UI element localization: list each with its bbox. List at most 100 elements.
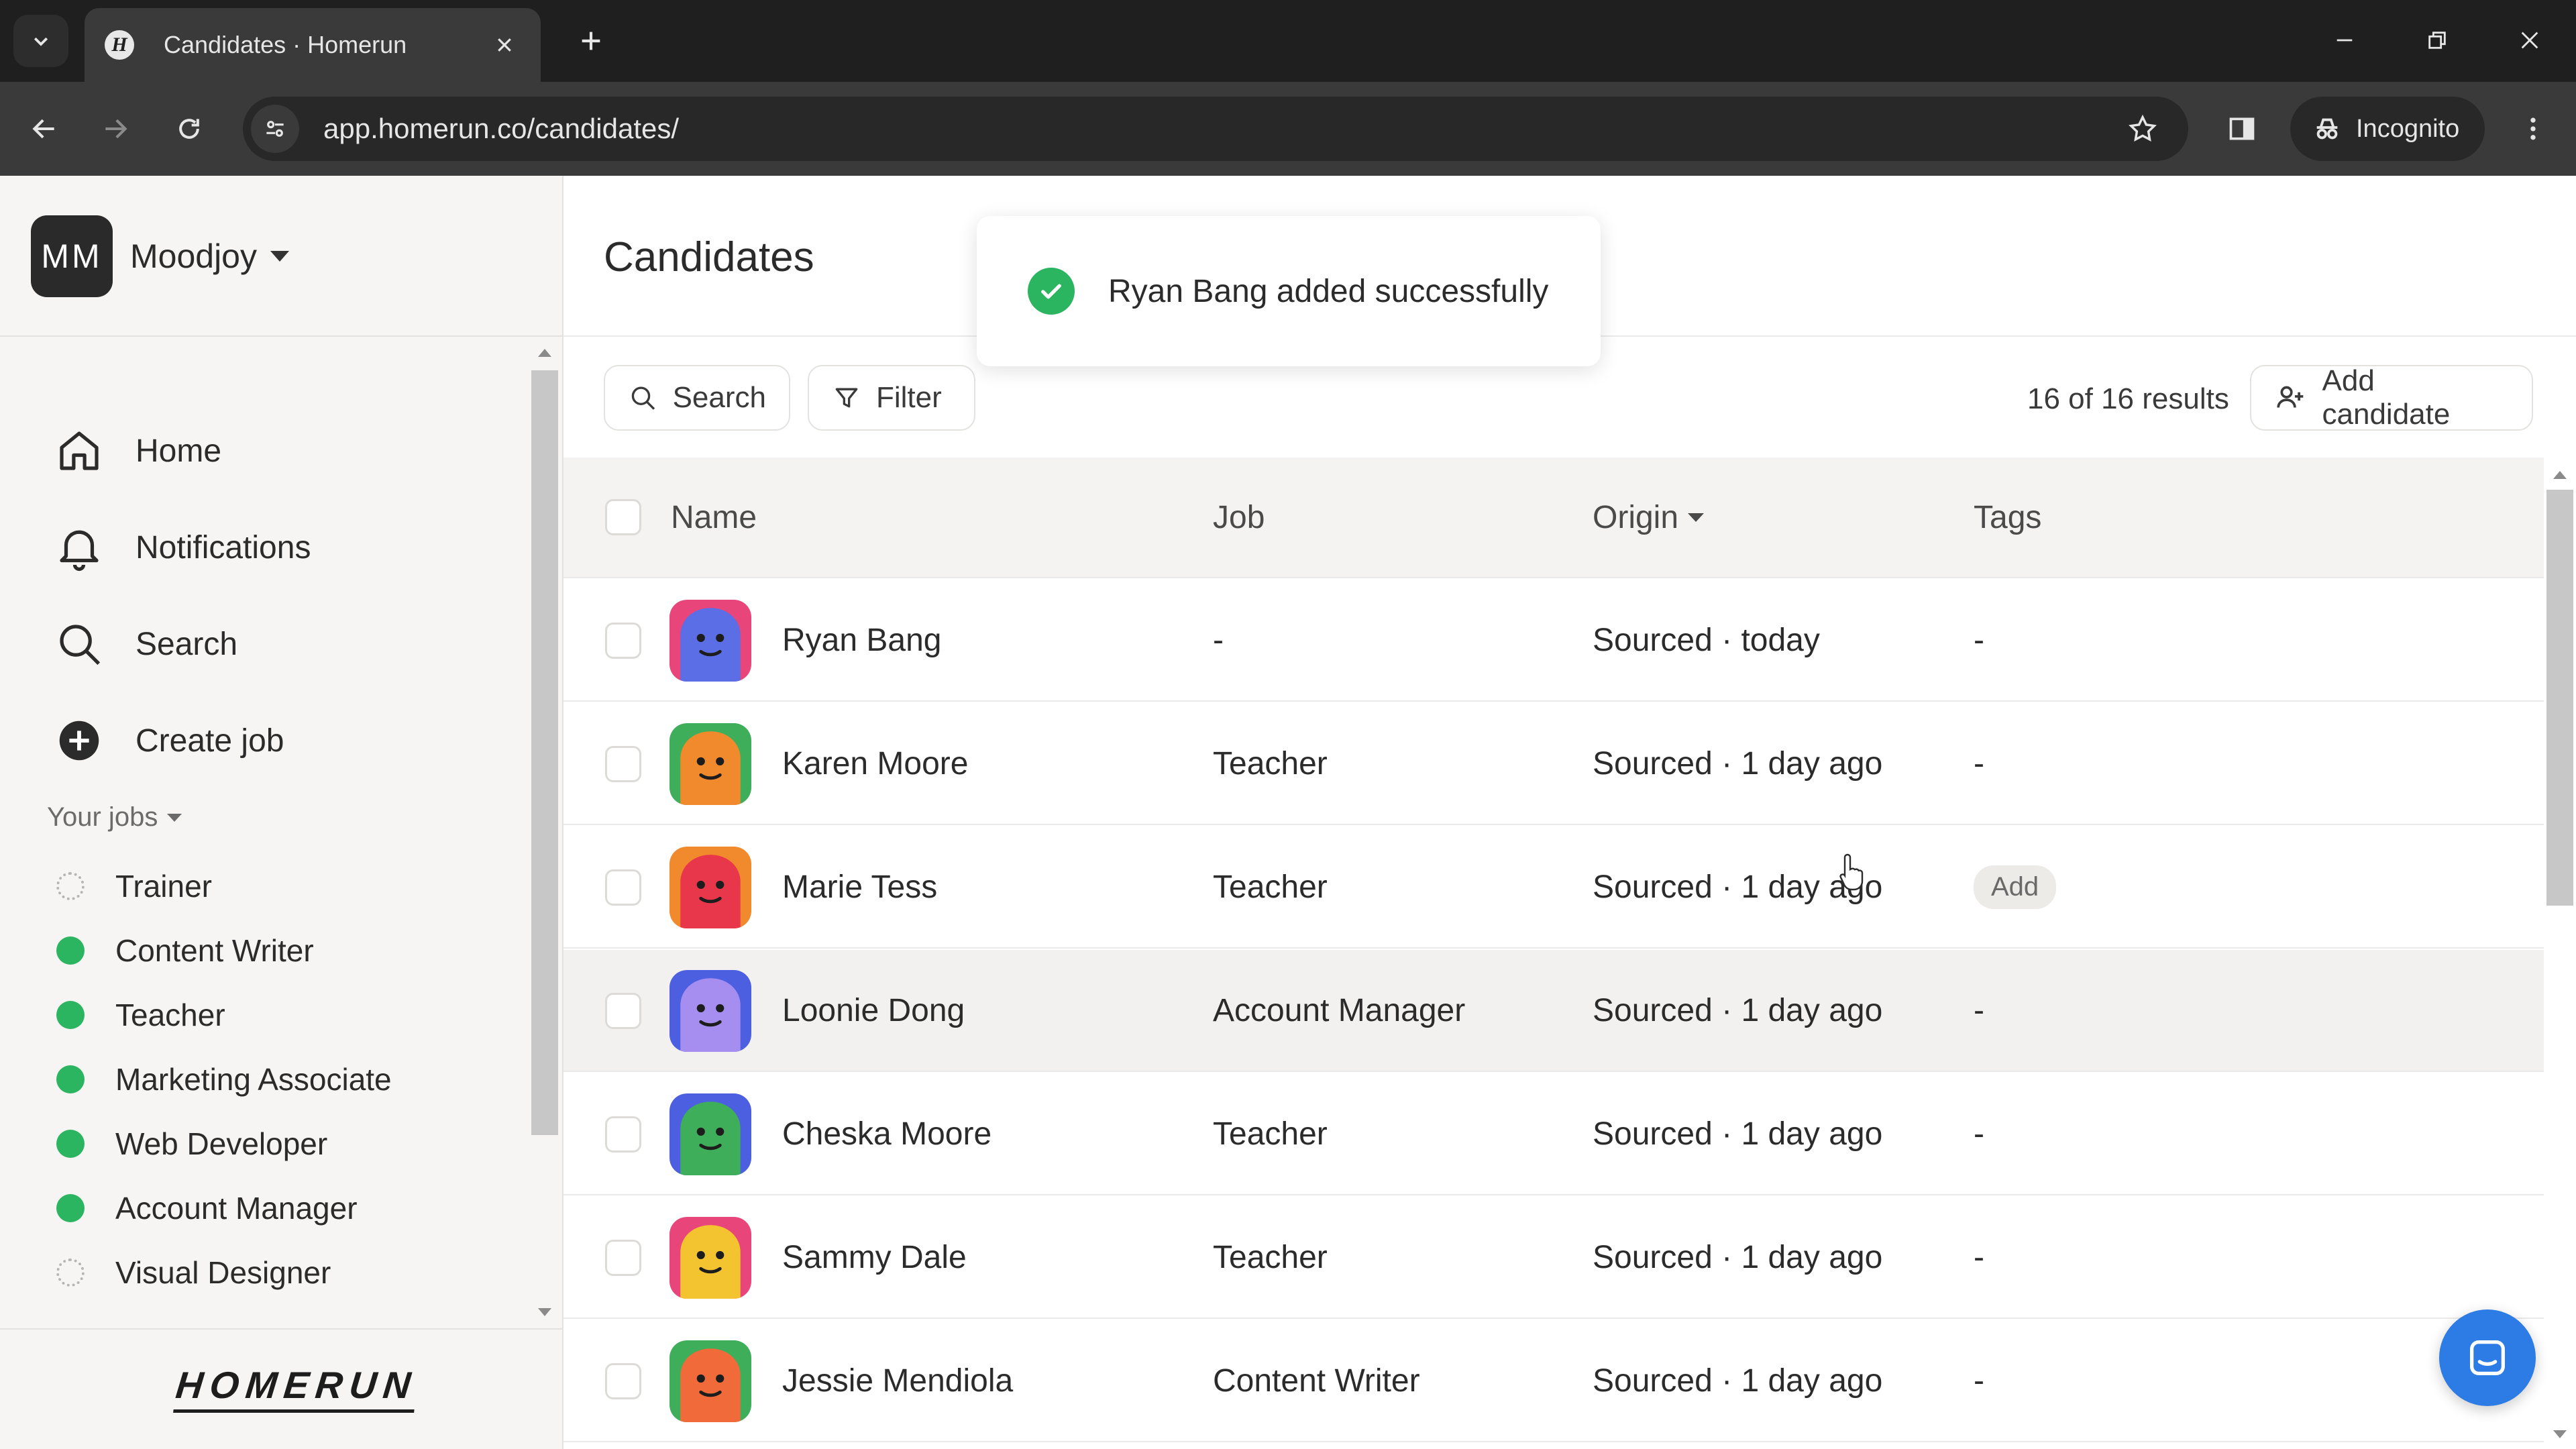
org-switcher[interactable]: MM Moodjoy xyxy=(31,215,289,297)
tag-add-button[interactable]: Add xyxy=(1974,865,2057,909)
job-label: Visual Designer xyxy=(115,1255,331,1290)
avatar[interactable] xyxy=(669,1093,751,1175)
back-button[interactable] xyxy=(20,105,68,153)
nav-create-job-label: Create job xyxy=(136,722,284,759)
minimize-icon xyxy=(2337,39,2353,42)
candidate-name[interactable]: Sammy Dale xyxy=(782,1239,967,1276)
nav-notifications[interactable]: Notifications xyxy=(51,514,311,581)
browser-tab-active[interactable]: H Candidates · Homerun xyxy=(85,8,541,82)
table-row[interactable]: Sammy Dale Teacher Sourced · 1 day ago - xyxy=(564,1197,2544,1319)
reload-button[interactable] xyxy=(165,105,213,153)
candidate-name[interactable]: Jessie Mendiola xyxy=(782,1362,1013,1399)
table-scrollbar-thumb[interactable] xyxy=(2546,490,2573,906)
column-header-job[interactable]: Job xyxy=(1213,499,1265,536)
avatar[interactable] xyxy=(669,970,751,1052)
row-checkbox[interactable] xyxy=(605,1116,641,1152)
candidate-tags: - xyxy=(1974,745,1984,782)
job-status-published-icon xyxy=(56,1001,85,1029)
scroll-up-arrow[interactable] xyxy=(538,349,551,357)
job-item-account-manager[interactable]: Account Manager xyxy=(56,1185,358,1232)
candidate-name[interactable]: Marie Tess xyxy=(782,869,937,906)
avatar[interactable] xyxy=(669,1217,751,1299)
bookmark-button[interactable] xyxy=(2118,105,2167,153)
column-header-tags[interactable]: Tags xyxy=(1974,499,2041,536)
row-checkbox[interactable] xyxy=(605,869,641,906)
job-item-visual-designer[interactable]: Visual Designer xyxy=(56,1249,331,1296)
table-row[interactable]: Loonie Dong Account Manager Sourced · 1 da… xyxy=(564,950,2544,1072)
nav-home[interactable]: Home xyxy=(51,417,221,484)
row-checkbox[interactable] xyxy=(605,623,641,659)
table-row[interactable]: Cheska Moore Teacher Sourced · 1 day ago - xyxy=(564,1073,2544,1195)
avatar[interactable] xyxy=(669,1340,751,1422)
tab-search-button[interactable] xyxy=(13,15,68,67)
sidebar-scrollbar-thumb[interactable] xyxy=(531,370,558,1135)
column-header-name[interactable]: Name xyxy=(671,499,757,536)
job-label: Trainer xyxy=(115,869,212,904)
table-row[interactable]: Marie Tess Teacher Sourced · 1 day ago Add xyxy=(564,826,2544,949)
nav-create-job[interactable]: Create job xyxy=(51,707,284,774)
add-user-icon xyxy=(2277,386,2304,408)
job-item-web-developer[interactable]: Web Developer xyxy=(56,1120,327,1167)
new-tab-button[interactable] xyxy=(570,20,612,62)
search-button[interactable]: Search xyxy=(604,365,790,431)
candidate-name-cell: Marie Tess xyxy=(782,826,937,947)
row-checkbox[interactable] xyxy=(605,746,641,782)
homerun-logo[interactable]: HOMERUN xyxy=(173,1363,420,1413)
tune-icon xyxy=(266,121,284,137)
restore-button[interactable] xyxy=(2407,16,2467,64)
avatar[interactable] xyxy=(669,723,751,805)
job-item-content-writer[interactable]: Content Writer xyxy=(56,927,314,974)
incognito-badge[interactable]: Incognito xyxy=(2290,97,2485,161)
side-panel-button[interactable] xyxy=(2218,105,2266,153)
candidate-name-cell: Ryan Bang xyxy=(782,580,942,700)
your-jobs-toggle[interactable]: Your jobs xyxy=(47,802,182,833)
url-text[interactable]: app.homerun.co/candidates/ xyxy=(323,113,2118,145)
candidate-origin-cell: Sourced · 1 day ago xyxy=(1593,950,1882,1071)
chat-launcher-button[interactable] xyxy=(2439,1309,2536,1406)
candidate-name[interactable]: Karen Moore xyxy=(782,745,968,782)
column-header-origin[interactable]: Origin xyxy=(1593,499,1705,536)
candidate-name[interactable]: Cheska Moore xyxy=(782,1116,991,1152)
job-item-marketing-associate[interactable]: Marketing Associate xyxy=(56,1056,392,1103)
avatar[interactable] xyxy=(669,847,751,928)
table-row[interactable]: Ryan Bang - Sourced · today - xyxy=(564,580,2544,702)
table-header: Name Job Origin Tags xyxy=(564,458,2544,578)
tab-close-button[interactable] xyxy=(488,29,521,61)
nav-search[interactable]: Search xyxy=(51,610,237,678)
scroll-up-arrow[interactable] xyxy=(2553,471,2567,479)
candidate-name[interactable]: Loonie Dong xyxy=(782,992,965,1029)
table-row[interactable]: Karen Moore Teacher Sourced · 1 day ago - xyxy=(564,703,2544,825)
forward-button[interactable] xyxy=(91,105,140,153)
close-window-button[interactable] xyxy=(2500,16,2560,64)
row-checkbox[interactable] xyxy=(605,1240,641,1276)
candidate-name-cell: Karen Moore xyxy=(782,703,968,824)
avatar[interactable] xyxy=(669,600,751,682)
select-all-checkbox[interactable] xyxy=(605,499,641,535)
candidate-job-cell: - xyxy=(1213,580,1224,700)
table-row[interactable]: Jessie Mendiola Content Writer Sourced · 1… xyxy=(564,1320,2544,1442)
page-title: Candidates xyxy=(604,234,814,280)
your-jobs-label: Your jobs xyxy=(47,802,158,832)
scroll-down-arrow[interactable] xyxy=(2553,1430,2567,1438)
filter-button[interactable]: Filter xyxy=(808,365,975,431)
candidate-name[interactable]: Ryan Bang xyxy=(782,622,942,659)
reload-icon xyxy=(179,119,199,139)
minimize-button[interactable] xyxy=(2314,16,2375,64)
job-item-trainer[interactable]: Trainer xyxy=(56,863,212,910)
candidate-origin: Sourced · 1 day ago xyxy=(1593,992,1883,1028)
scroll-down-arrow[interactable] xyxy=(538,1308,551,1316)
candidate-tags: - xyxy=(1974,1362,1984,1399)
caret-down-icon xyxy=(270,251,289,262)
browser-menu-button[interactable] xyxy=(2509,105,2557,153)
tab-title: Candidates · Homerun xyxy=(164,31,407,58)
address-bar[interactable]: app.homerun.co/candidates/ xyxy=(243,97,2188,161)
site-info-button[interactable] xyxy=(251,105,299,153)
row-checkbox[interactable] xyxy=(605,1363,641,1399)
job-label: Marketing Associate xyxy=(115,1062,392,1097)
job-label: Web Developer xyxy=(115,1126,328,1161)
row-checkbox[interactable] xyxy=(605,993,641,1029)
job-item-teacher[interactable]: Teacher xyxy=(56,991,225,1038)
candidate-name-cell: Loonie Dong xyxy=(782,950,965,1071)
add-candidate-button[interactable]: Add candidate xyxy=(2250,364,2533,431)
candidate-job: Teacher xyxy=(1213,745,1328,782)
